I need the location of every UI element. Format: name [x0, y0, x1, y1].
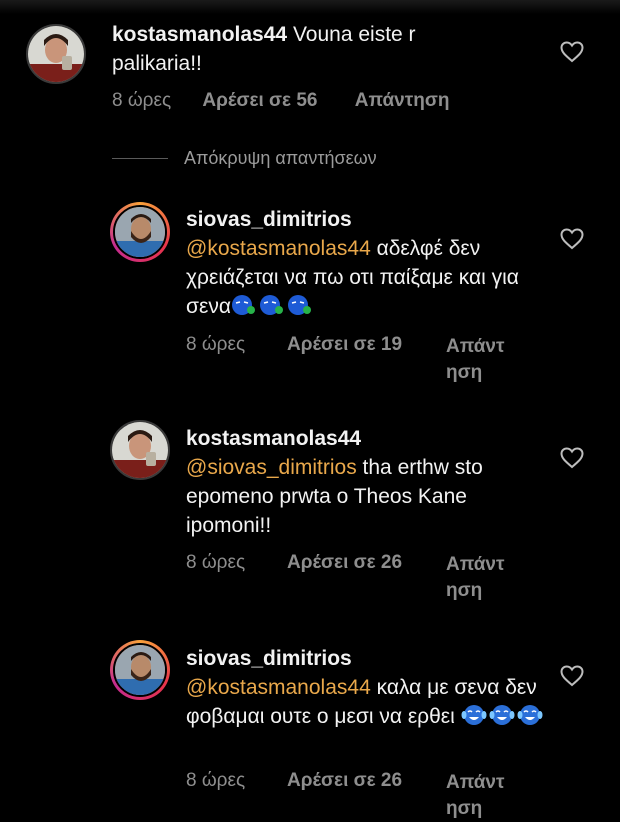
comment-time: 8 ώρες — [186, 770, 246, 791]
username[interactable]: siovas_dimitrios — [186, 644, 546, 673]
hide-replies-button[interactable]: Απόκρυψη απαντήσεων — [184, 148, 377, 169]
likes-count[interactable]: Αρέσει σε 26 — [287, 770, 402, 791]
username[interactable]: siovas_dimitrios — [186, 205, 546, 234]
reply-button[interactable]: Απάντ ηση — [446, 334, 504, 386]
likes-count[interactable]: Αρέσει σε 19 — [287, 334, 402, 355]
replies-divider — [112, 158, 168, 159]
reply-button[interactable]: Απάντ ηση — [446, 770, 504, 822]
crying-laughing-emoji — [461, 705, 545, 728]
kissing-heart-emoji — [231, 295, 315, 318]
top-edge — [0, 0, 620, 14]
likes-count[interactable]: Αρέσει σε 26 — [287, 552, 402, 573]
avatar[interactable] — [110, 202, 170, 262]
comment-time: 8 ώρες — [186, 334, 246, 355]
avatar[interactable] — [110, 640, 170, 700]
mention-link[interactable]: @kostasmanolas44 — [186, 676, 371, 699]
heart-icon[interactable] — [560, 665, 584, 687]
reply-button[interactable]: Απάντηση — [355, 90, 450, 111]
likes-count[interactable]: Αρέσει σε 56 — [202, 90, 317, 111]
username[interactable]: kostasmanolas44 — [112, 23, 287, 46]
avatar[interactable] — [26, 24, 86, 84]
heart-icon[interactable] — [560, 447, 584, 469]
mention-link[interactable]: @kostasmanolas44 — [186, 237, 371, 260]
comment-time: 8 ώρες — [186, 552, 246, 573]
username[interactable]: kostasmanolas44 — [186, 424, 546, 453]
comment-time: 8 ώρες — [112, 90, 172, 111]
heart-icon[interactable] — [560, 228, 584, 250]
avatar[interactable] — [110, 420, 170, 480]
heart-icon[interactable] — [560, 41, 584, 63]
mention-link[interactable]: @siovas_dimitrios — [186, 456, 357, 479]
reply-button[interactable]: Απάντ ηση — [446, 552, 504, 604]
